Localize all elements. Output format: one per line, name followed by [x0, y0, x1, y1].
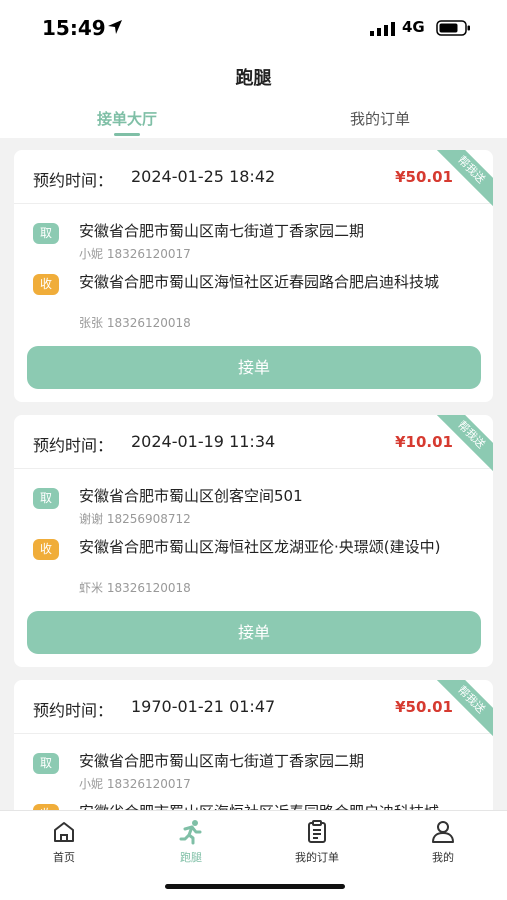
tabbar-home-label: 首页	[53, 851, 75, 864]
receive-tag: 收	[33, 539, 59, 560]
order-price: ¥10.01	[395, 433, 453, 451]
appointment-time: 2024-01-25 18:42	[131, 167, 276, 186]
pickup-address: 安徽省合肥市蜀山区南七街道丁香家园二期	[79, 222, 365, 240]
order-card-header: 预约时间： 1970-01-21 01:47 ¥50.01 帮我送	[14, 680, 493, 742]
tabbar-my-orders[interactable]: 我的订单	[272, 819, 362, 865]
order-card: 预约时间： 2024-01-19 11:34 ¥10.01 帮我送 取 安徽省合…	[14, 415, 493, 667]
page-title: 跑腿	[235, 68, 272, 89]
network-label: 4G	[402, 18, 425, 36]
delivery-address: 安徽省合肥市蜀山区海恒社区龙湖亚伦·央璟颂(建设中)	[79, 538, 441, 556]
battery-icon	[436, 20, 470, 36]
pickup-address: 安徽省合肥市蜀山区南七街道丁香家园二期	[79, 752, 365, 770]
delivery-address: 安徽省合肥市蜀山区海恒社区近春园路合肥启迪科技城	[79, 273, 440, 291]
pickup-contact: 谢谢 18256908712	[79, 512, 191, 526]
person-icon	[432, 821, 454, 843]
runner-icon	[179, 820, 202, 845]
tabbar-profile[interactable]: 我的	[398, 819, 488, 865]
location-arrow-icon	[108, 20, 122, 34]
receive-tag: 收	[33, 274, 59, 295]
order-tabs: 接单大厅 我的订单	[0, 100, 507, 138]
pickup-address: 安徽省合肥市蜀山区创客空间501	[79, 487, 303, 505]
accept-order-button[interactable]: 接单	[27, 611, 481, 654]
pickup-tag: 取	[33, 488, 59, 509]
appointment-label: 预约时间：	[33, 701, 114, 720]
delivery-contact: 虾米 18326120018	[79, 581, 191, 595]
tabbar-errand[interactable]: 跑腿	[146, 819, 236, 865]
tab-indicator	[114, 133, 140, 136]
tabbar-my-orders-label: 我的订单	[295, 851, 339, 864]
pickup-tag: 取	[33, 223, 59, 244]
appointment-label: 预约时间：	[33, 436, 114, 455]
order-price: ¥50.01	[395, 698, 453, 716]
nav-bar: 跑腿	[0, 56, 507, 100]
appointment-time: 1970-01-21 01:47	[131, 697, 276, 716]
delivery-contact: 张张 18326120018	[79, 316, 191, 330]
accept-order-button[interactable]: 接单	[27, 346, 481, 389]
pickup-contact: 小妮 18326120017	[79, 247, 191, 261]
home-icon	[54, 822, 74, 842]
pickup-tag: 取	[33, 753, 59, 774]
order-card-header: 预约时间： 2024-01-19 11:34 ¥10.01 帮我送	[14, 415, 493, 477]
status-bar: 15:49 4G	[0, 0, 507, 56]
tabbar-profile-label: 我的	[432, 851, 454, 864]
order-price: ¥50.01	[395, 168, 453, 186]
appointment-label: 预约时间：	[33, 171, 114, 190]
order-card-header: 预约时间： 2024-01-25 18:42 ¥50.01 帮我送	[14, 150, 493, 212]
clipboard-icon	[308, 820, 326, 843]
status-time: 15:49	[42, 16, 106, 40]
signal-icon	[370, 22, 395, 36]
tab-my-orders[interactable]: 我的订单	[253, 108, 507, 129]
pickup-contact: 小妮 18326120017	[79, 777, 191, 791]
order-card: 预约时间： 2024-01-25 18:42 ¥50.01 帮我送 取 安徽省合…	[14, 150, 493, 402]
tabbar-home[interactable]: 首页	[19, 819, 109, 865]
order-list[interactable]: 预约时间： 2024-01-25 18:42 ¥50.01 帮我送 取 安徽省合…	[14, 150, 493, 900]
tab-order-hall[interactable]: 接单大厅	[0, 108, 254, 129]
home-indicator	[165, 884, 345, 889]
tabbar-errand-label: 跑腿	[180, 851, 202, 864]
appointment-time: 2024-01-19 11:34	[131, 432, 276, 451]
